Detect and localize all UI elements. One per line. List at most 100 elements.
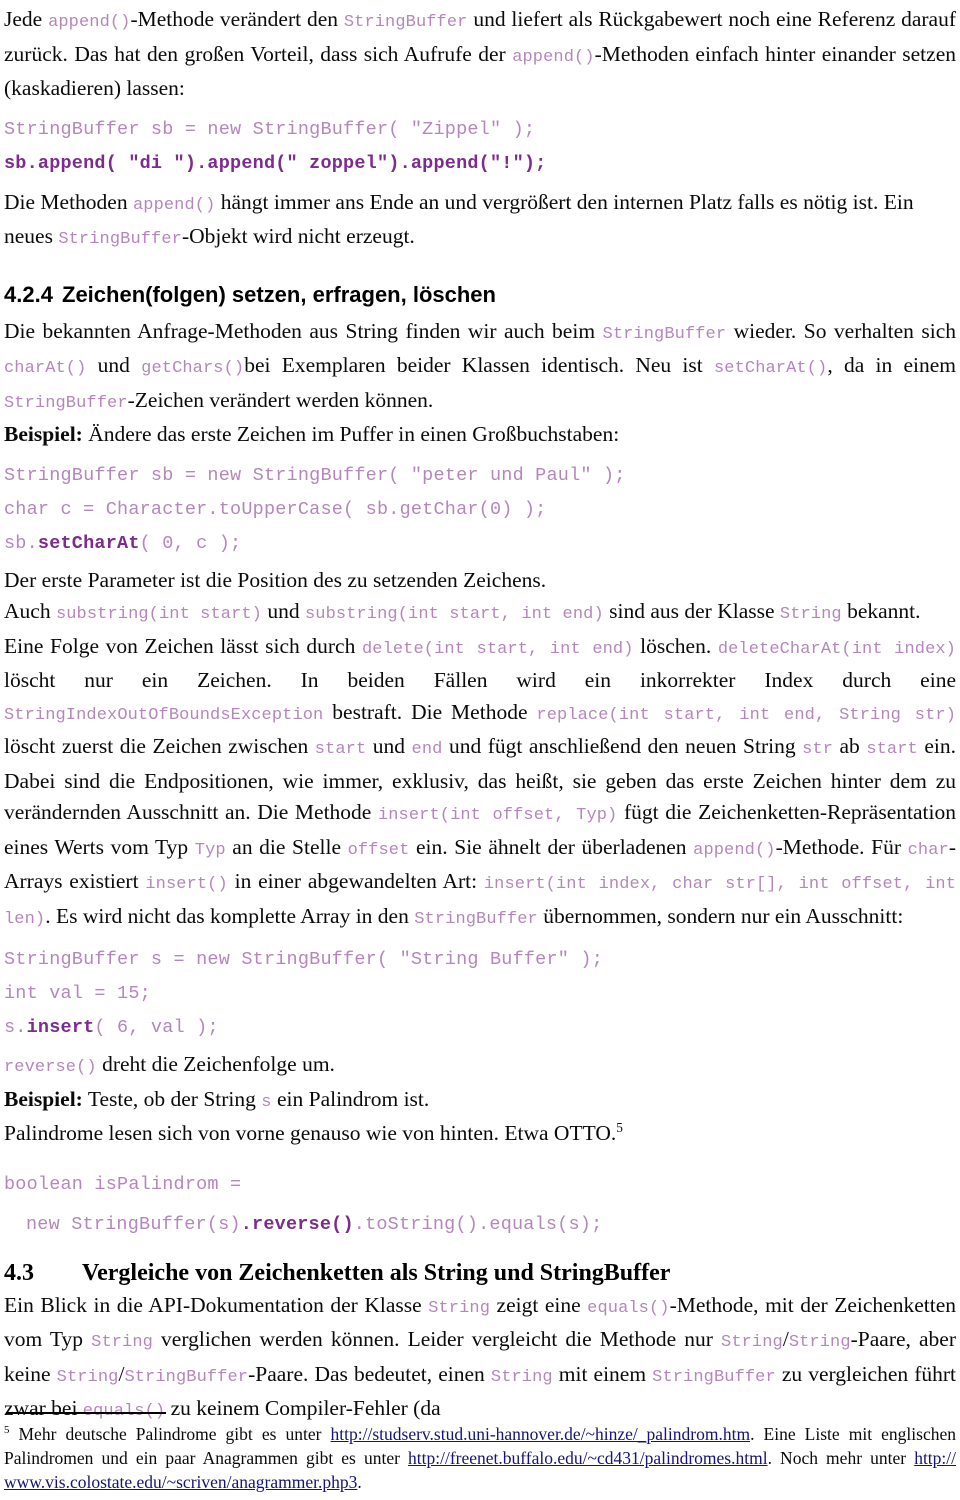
inline-code-charat: charAt() bbox=[4, 359, 87, 378]
text-segment: an die Stelle bbox=[225, 834, 348, 859]
inline-code-stringbuffer: StringBuffer bbox=[343, 13, 468, 32]
inline-code-append: append() bbox=[512, 47, 595, 67]
text-segment: löschen. bbox=[633, 633, 718, 658]
code-block-setcharat: StringBuffer sb = new StringBuffer( "pet… bbox=[4, 459, 956, 561]
footnote-link-studserv[interactable]: http://studserv.stud.uni-hannover.de/~hi… bbox=[331, 1424, 751, 1444]
text-segment: Der erste Parameter ist die Position des… bbox=[4, 567, 547, 592]
code-block-insert: StringBuffer s = new StringBuffer( "Stri… bbox=[4, 943, 956, 1045]
inline-code-reverse: reverse() bbox=[4, 1058, 97, 1077]
inline-code-stringbuffer: StringBuffer bbox=[414, 909, 538, 929]
inline-code-string: String bbox=[56, 1367, 119, 1387]
inline-code-insert-offset-typ: insert(int offset, Typ) bbox=[377, 806, 618, 825]
document-page: Jede append()-Methode verändert den Stri… bbox=[0, 0, 960, 1500]
inline-code-string: String bbox=[490, 1367, 553, 1387]
code-fragment-emphasis: setCharAt bbox=[37, 532, 140, 554]
inline-code-start: start bbox=[866, 740, 918, 759]
paragraph-erster-parameter: Der erste Parameter ist die Position des… bbox=[4, 565, 956, 597]
inline-code-setcharat: setCharAt() bbox=[714, 359, 828, 378]
inline-code-stringbuffer: StringBuffer bbox=[124, 1367, 249, 1387]
inline-code-substring-start-end: substring(int start, int end) bbox=[305, 605, 604, 624]
inline-code-delete: delete(int start, int end) bbox=[361, 639, 634, 659]
text-segment: bei Exemplaren beider Klassen identisch.… bbox=[244, 353, 714, 377]
code-line: StringBuffer sb = new StringBuffer( "pet… bbox=[4, 464, 626, 486]
code-fragment-emphasis: insert bbox=[26, 1017, 95, 1038]
inline-code-string: String bbox=[721, 1333, 783, 1352]
footnote-link-freenet[interactable]: http://freenet.buffalo.edu/~cd431/palind… bbox=[408, 1448, 768, 1468]
paragraph-palindrome-definition: Palindrome lesen sich von vorne genauso … bbox=[4, 1118, 956, 1150]
text-segment: und bbox=[366, 734, 412, 758]
paragraph-reverse: reverse() dreht die Zeichenfolge um. bbox=[4, 1049, 956, 1084]
inline-code-stringbuffer: StringBuffer bbox=[602, 324, 727, 344]
footnote-reference[interactable]: 5 bbox=[616, 1120, 623, 1135]
text-segment: löscht zuerst die Zeichen zwischen bbox=[4, 734, 315, 758]
code-line: int val = 15; bbox=[4, 983, 151, 1004]
code-line: s.insert( 6, val ); bbox=[4, 1011, 956, 1045]
inline-code-string: String bbox=[91, 1333, 153, 1352]
code-fragment: ( 6, val ); bbox=[94, 1017, 219, 1038]
text-segment: -Methode verändert den bbox=[130, 7, 344, 31]
inline-code-stringbuffer: StringBuffer bbox=[58, 230, 182, 249]
text-segment: -Paare. Das bedeutet, einen bbox=[248, 1361, 491, 1386]
inline-code-substring-start: substring(int start) bbox=[55, 605, 262, 624]
text-segment: Jede bbox=[4, 7, 49, 31]
text-segment: dreht die Zeichenfolge um. bbox=[96, 1052, 335, 1076]
heading-4-2-4: 4.2.4 Zeichen(folgen) setzen, erfragen, l… bbox=[4, 278, 956, 312]
code-line: char c = Character.toUpperCase( sb.getCh… bbox=[4, 498, 547, 520]
paragraph-substring: Auch substring(int start) und substring(… bbox=[4, 596, 956, 631]
text-segment: mit einem bbox=[552, 1361, 653, 1386]
inline-code-replace: replace(int start, int end, String str) bbox=[536, 705, 956, 725]
code-line: StringBuffer sb = new StringBuffer( "Zip… bbox=[4, 118, 536, 140]
text-segment: Ein Blick in die API-Dokumentation der K… bbox=[4, 1292, 429, 1317]
inline-code-deletecharat: deleteCharAt(int index) bbox=[717, 639, 956, 659]
code-block-kaskadierung: StringBuffer sb = new StringBuffer( "Zip… bbox=[4, 113, 956, 181]
text-segment: . Noch mehr unter bbox=[767, 1448, 915, 1468]
beispiel-label: Beispiel: bbox=[4, 1086, 83, 1111]
paragraph-delete-replace-insert: Eine Folge von Zeichen lässt sich durch … bbox=[4, 631, 956, 936]
code-fragment-emphasis: .reverse() bbox=[240, 1213, 354, 1235]
text-segment: wieder. So verhalten sich bbox=[726, 318, 956, 343]
text-segment: zeigt eine bbox=[490, 1292, 588, 1317]
text-segment: . Es wird nicht das komplette Array in d… bbox=[45, 903, 415, 928]
code-fragment: ( 0, c ); bbox=[139, 532, 242, 554]
text-segment: Die bekannten Anfrage-Methoden aus Strin… bbox=[4, 318, 603, 343]
inline-code-getchars: getChars() bbox=[141, 359, 245, 378]
inline-code-equals: equals() bbox=[587, 1298, 670, 1318]
text-segment: ein Palindrom ist. bbox=[271, 1086, 430, 1111]
heading-4-3: 4.3 Vergleiche von Zeichenketten als Stri… bbox=[4, 1256, 956, 1290]
code-fragment: s. bbox=[4, 1017, 27, 1038]
text-segment: bekannt. bbox=[841, 599, 921, 623]
paragraph-anfrage-methoden: Die bekannten Anfrage-Methoden aus Strin… bbox=[4, 316, 956, 420]
paragraph-beispiel-palindrom: Beispiel: Teste, ob der String s ein Pal… bbox=[4, 1084, 956, 1119]
code-line: new StringBuffer(s).reverse().toString()… bbox=[4, 1208, 956, 1242]
text-segment: und bbox=[86, 353, 142, 377]
text-segment: Mehr deutsche Palindrome gibt es unter bbox=[9, 1424, 331, 1444]
inline-code-string: String bbox=[788, 1333, 851, 1352]
inline-code-typ: Typ bbox=[194, 840, 226, 860]
paragraph-equals-vergleich: Ein Blick in die API-Dokumentation der K… bbox=[4, 1290, 956, 1428]
text-segment: Auch bbox=[4, 599, 56, 623]
heading-number: 4.3 bbox=[4, 1259, 34, 1286]
heading-title: Vergleiche von Zeichenketten als String … bbox=[82, 1259, 671, 1286]
inline-code-insert: insert() bbox=[145, 875, 228, 894]
text-segment: übernommen, sondern nur ein Ausschnitt: bbox=[537, 903, 904, 928]
text-segment: . bbox=[357, 1472, 362, 1492]
code-line: StringBuffer s = new StringBuffer( "Stri… bbox=[4, 949, 603, 970]
footnote-area: 5 Mehr deutsche Palindrome gibt es unter… bbox=[4, 1412, 956, 1494]
paragraph-append-verhalten: Die Methoden append() hängt immer ans En… bbox=[4, 187, 956, 256]
text-segment: und bbox=[262, 599, 305, 623]
inline-code-str: str bbox=[802, 740, 833, 759]
text-segment: ein. Sie ähnelt der überladenen bbox=[409, 834, 694, 859]
code-line: sb.setCharAt( 0, c ); bbox=[4, 527, 956, 561]
text-segment: in einer abgewandelten Art: bbox=[227, 869, 484, 893]
text-segment: , da in einem bbox=[827, 353, 956, 377]
text-segment: Die Methoden bbox=[4, 189, 133, 214]
text-segment: Ändere das erste Zeichen im Puffer in ei… bbox=[82, 422, 620, 446]
text-segment: sind aus der Klasse bbox=[603, 599, 780, 623]
inline-code-stringbuffer: StringBuffer bbox=[652, 1367, 776, 1387]
text-segment: -Methode. Für bbox=[775, 834, 908, 859]
inline-code-append: append() bbox=[132, 195, 216, 215]
inline-code-offset: offset bbox=[347, 840, 410, 860]
inline-code-stringindexoutofboundsexception: StringIndexOutOfBoundsException bbox=[4, 705, 324, 725]
inline-code-string: String bbox=[779, 605, 842, 624]
inline-code-append: append() bbox=[48, 13, 131, 32]
